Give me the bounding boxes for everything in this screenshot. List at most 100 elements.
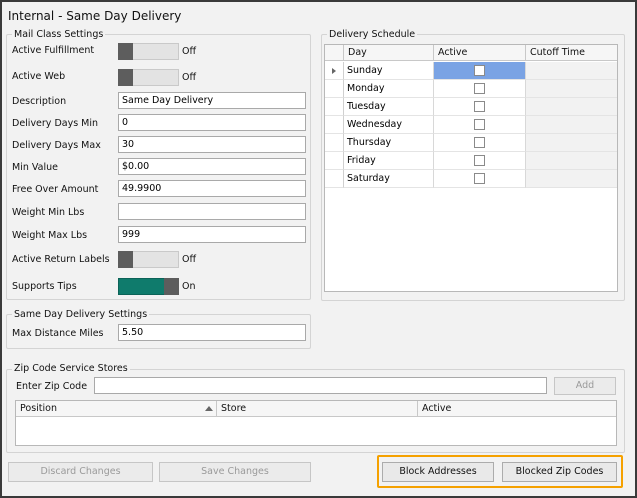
max-distance-label: Max Distance Miles (12, 328, 104, 339)
discard-changes-button[interactable]: Discard Changes (8, 462, 153, 482)
row-header[interactable] (325, 62, 344, 80)
active-cell[interactable] (434, 134, 526, 152)
row-header[interactable] (325, 98, 344, 116)
free-over-amount-input[interactable]: 49.9900 (118, 180, 306, 197)
toggle-knob (118, 251, 133, 268)
active-cell[interactable] (434, 98, 526, 116)
day-cell[interactable]: Tuesday (344, 98, 434, 116)
active-checkbox[interactable] (474, 119, 485, 130)
grid-header: Day Active Cutoff Time (325, 45, 617, 61)
day-cell[interactable]: Thursday (344, 134, 434, 152)
active-return-labels-state: Off (182, 254, 197, 265)
cutoff-time-cell[interactable] (526, 80, 617, 98)
active-checkbox[interactable] (474, 155, 485, 166)
mail-class-settings-legend: Mail Class Settings (12, 29, 106, 40)
toggle-knob (118, 69, 133, 86)
cutoff-time-cell[interactable] (526, 152, 617, 170)
active-web-state: Off (182, 72, 197, 83)
schedule-row[interactable]: Sunday (325, 62, 617, 80)
active-return-labels-toggle[interactable] (118, 251, 179, 268)
active-web-toggle[interactable] (118, 69, 179, 86)
delivery-days-min-input[interactable]: 0 (118, 114, 306, 131)
active-cell[interactable] (434, 170, 526, 188)
min-value-label: Min Value (12, 162, 58, 173)
active-cell[interactable] (434, 152, 526, 170)
weight-max-input[interactable]: 999 (118, 226, 306, 243)
delivery-days-max-input[interactable]: 30 (118, 136, 306, 153)
day-cell[interactable]: Monday (344, 80, 434, 98)
active-checkbox[interactable] (474, 137, 485, 148)
column-header-active[interactable]: Active (418, 401, 616, 417)
min-value-input[interactable]: $0.00 (118, 158, 306, 175)
weight-min-label: Weight Min Lbs (12, 207, 85, 218)
day-cell[interactable]: Wednesday (344, 116, 434, 134)
cutoff-time-cell[interactable] (526, 62, 617, 80)
schedule-row[interactable]: Wednesday (325, 116, 617, 134)
cutoff-time-cell[interactable] (526, 116, 617, 134)
enter-zip-label: Enter Zip Code (16, 381, 88, 392)
weight-max-label: Weight Max Lbs (12, 230, 88, 241)
active-fulfillment-toggle[interactable] (118, 43, 179, 60)
delivery-schedule-legend: Delivery Schedule (327, 29, 418, 40)
weight-min-input[interactable] (118, 203, 306, 220)
row-header[interactable] (325, 170, 344, 188)
add-zip-button[interactable]: Add (554, 377, 616, 395)
active-cell[interactable] (434, 80, 526, 98)
row-header[interactable] (325, 152, 344, 170)
current-row-arrow-icon (332, 68, 336, 74)
same-day-delivery-window: Internal - Same Day Delivery Mail Class … (0, 0, 637, 498)
active-checkbox[interactable] (474, 101, 485, 112)
active-cell[interactable] (434, 62, 526, 80)
cutoff-time-cell[interactable] (526, 134, 617, 152)
active-cell[interactable] (434, 116, 526, 134)
active-checkbox[interactable] (474, 65, 485, 76)
toggle-knob (164, 278, 179, 295)
column-header-position[interactable]: Position (16, 401, 217, 417)
cutoff-time-cell[interactable] (526, 170, 617, 188)
sort-ascending-icon (205, 406, 213, 411)
day-cell[interactable]: Sunday (344, 62, 434, 80)
active-web-label: Active Web (12, 71, 66, 82)
column-header-active[interactable]: Active (434, 45, 526, 61)
free-over-amount-label: Free Over Amount (12, 184, 99, 195)
delivery-schedule-grid: Day Active Cutoff Time Sunday Monday Tuesd… (324, 44, 618, 292)
delivery-days-max-label: Delivery Days Max (12, 140, 101, 151)
cutoff-time-cell[interactable] (526, 98, 617, 116)
window-title: Internal - Same Day Delivery (8, 9, 182, 23)
zip-code-stores-legend: Zip Code Service Stores (12, 363, 130, 374)
zip-stores-grid: Position Store Active (15, 400, 617, 446)
schedule-row[interactable]: Thursday (325, 134, 617, 152)
supports-tips-label: Supports Tips (12, 281, 77, 292)
save-changes-button[interactable]: Save Changes (159, 462, 311, 482)
schedule-row[interactable]: Monday (325, 80, 617, 98)
delivery-days-min-label: Delivery Days Min (12, 118, 99, 129)
supports-tips-toggle[interactable] (118, 278, 179, 295)
grid-header: Position Store Active (16, 401, 616, 417)
schedule-row[interactable]: Tuesday (325, 98, 617, 116)
active-checkbox[interactable] (474, 83, 485, 94)
blocked-zip-codes-button[interactable]: Blocked Zip Codes (502, 462, 617, 482)
day-cell[interactable]: Friday (344, 152, 434, 170)
column-header-cutoff-time[interactable]: Cutoff Time (526, 45, 617, 61)
toggle-knob (118, 43, 133, 60)
supports-tips-state: On (182, 281, 196, 292)
row-header-corner (325, 45, 344, 61)
schedule-row[interactable]: Friday (325, 152, 617, 170)
row-header[interactable] (325, 116, 344, 134)
row-header[interactable] (325, 134, 344, 152)
same-day-settings-legend: Same Day Delivery Settings (12, 309, 150, 320)
column-header-day[interactable]: Day (344, 45, 434, 61)
enter-zip-input[interactable] (94, 377, 547, 394)
active-return-labels-label: Active Return Labels (12, 254, 110, 265)
max-distance-input[interactable]: 5.50 (118, 324, 306, 341)
block-addresses-button[interactable]: Block Addresses (382, 462, 494, 482)
row-header[interactable] (325, 80, 344, 98)
description-input[interactable]: Same Day Delivery (118, 92, 306, 109)
active-fulfillment-state: Off (182, 46, 197, 57)
day-cell[interactable]: Saturday (344, 170, 434, 188)
column-header-store[interactable]: Store (217, 401, 418, 417)
description-label: Description (12, 96, 67, 107)
schedule-row[interactable]: Saturday (325, 170, 617, 188)
active-fulfillment-label: Active Fulfillment (12, 45, 95, 56)
active-checkbox[interactable] (474, 173, 485, 184)
